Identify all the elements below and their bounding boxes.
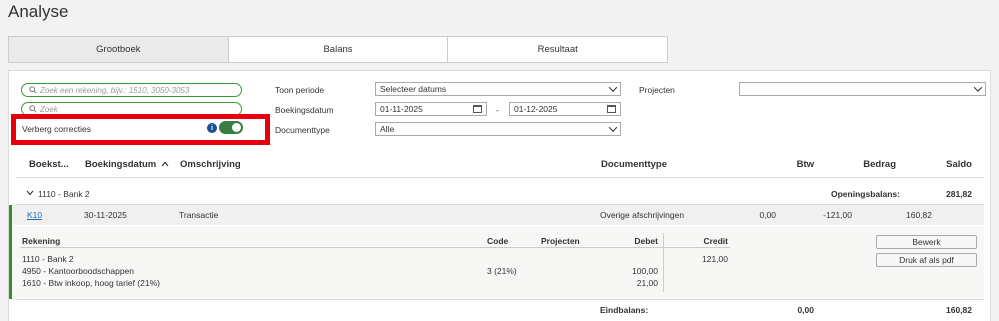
row-date: 30-11-2025 [84,210,127,220]
end-balance-label: Eindbalans: [600,305,649,315]
tab-grootboek[interactable]: Grootboek [9,37,229,62]
divider [16,299,984,300]
detail-line-account: 1610 - Btw inkoop, hoog tarief (21%) [22,278,160,288]
col-saldo[interactable]: Saldo [920,159,972,170]
chevron-down-icon [608,83,618,92]
row-doctype: Overige afschrijvingen [600,210,685,220]
col-documenttype[interactable]: Documenttype [601,159,667,170]
col-omschrijving[interactable]: Omschrijving [180,159,241,170]
divider [20,247,730,248]
boekstuk-link[interactable]: K10 [27,210,42,220]
calendar-icon[interactable] [473,105,482,113]
edit-button[interactable]: Bewerk [876,235,977,249]
row-description: Transactie [179,210,219,220]
doctype-label: Documenttype [275,125,330,135]
detail-line-account: 1110 - Bank 2 [22,254,74,264]
search-icon [29,86,37,94]
date-from-input[interactable]: 01-11-2025 [375,102,487,116]
sort-ascending-icon[interactable] [161,161,169,167]
date-separator: - [496,105,499,115]
tab-bar: Grootboek Balans Resultaat [8,36,668,63]
doctype-select[interactable]: Alle [375,122,621,136]
col-bedrag[interactable]: Bedrag [840,159,896,170]
detail-col-projecten: Projecten [541,236,580,246]
page-title: Analyse [8,2,69,21]
row-bedrag: -121,00 [823,210,852,220]
divider [16,177,984,178]
detail-line-credit: 121,00 [702,254,728,264]
col-boekingsdatum[interactable]: Boekingsdatum [85,159,156,170]
period-value: Selecteer datums [380,84,447,94]
search-placeholder: Zoek [40,104,58,114]
group-name[interactable]: 1110 - Bank 2 [38,189,90,199]
chevron-down-icon [973,83,983,92]
hide-corrections-toggle[interactable] [219,121,243,134]
chevron-down-icon[interactable] [26,190,34,196]
doctype-value: Alle [380,124,395,134]
chevron-down-icon [608,123,618,132]
period-label: Toon periode [275,85,325,95]
col-boekstuk[interactable]: Boekst... [29,159,69,170]
print-pdf-button[interactable]: Druk af als pdf [876,253,977,267]
search-account-input[interactable]: Zoek een rekening, bijv.: 1510, 3050-305… [21,83,242,97]
calendar-icon[interactable] [607,105,616,113]
projects-label: Projecten [639,85,675,95]
detail-line-code: 3 (21%) [487,266,517,276]
detail-col-credit: Credit [703,236,728,246]
date-to-input[interactable]: 01-12-2025 [509,102,621,116]
end-balance-btw: 0,00 [797,305,814,315]
projects-select[interactable] [739,82,986,96]
detail-line-account: 4950 - Kantoorboodschappen [22,266,135,276]
tab-resultaat[interactable]: Resultaat [448,37,667,62]
info-icon[interactable]: i [207,123,217,133]
detail-line-debet: 21,00 [636,278,658,288]
opening-balance-value: 281,82 [946,189,972,199]
row-saldo: 160,82 [906,210,932,220]
date-to-value: 01-12-2025 [514,104,558,114]
end-balance-saldo: 160,82 [946,305,972,315]
booking-date-label: Boekingsdatum [275,105,334,115]
divider [663,233,664,292]
hide-corrections-label: Verberg correcties [22,124,91,134]
tab-balans[interactable]: Balans [229,37,449,62]
period-select[interactable]: Selecteer datums [375,82,621,96]
opening-balance-label: Openingsbalans: [831,189,900,199]
detail-col-debet: Debet [634,236,658,246]
row-btw: 0,00 [759,210,776,220]
search-icon [29,105,37,113]
col-btw[interactable]: Btw [760,159,814,170]
detail-col-rekening: Rekening [22,236,61,246]
detail-line-debet: 100,00 [632,266,658,276]
detail-col-code: Code [487,236,509,246]
date-from-value: 01-11-2025 [380,104,423,114]
search-account-placeholder: Zoek een rekening, bijv.: 1510, 3050-305… [40,85,190,95]
